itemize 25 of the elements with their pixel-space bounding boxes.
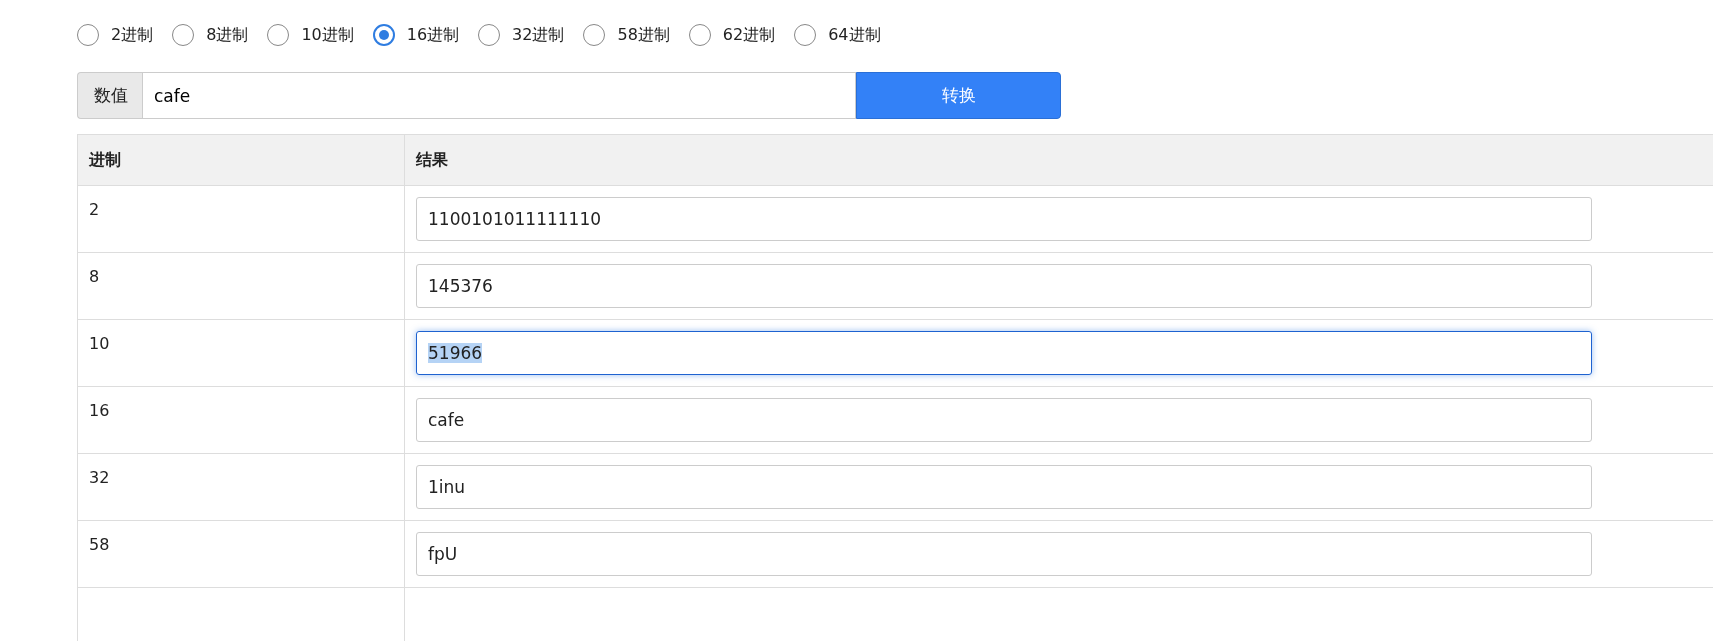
result-field[interactable]: 145376 bbox=[416, 264, 1592, 308]
radio-option[interactable]: 32进制 bbox=[478, 24, 565, 46]
column-header: 结果 bbox=[404, 134, 1713, 186]
result-field[interactable]: 1inu bbox=[416, 465, 1592, 509]
result-field[interactable]: fpU bbox=[416, 532, 1592, 576]
radio-option[interactable]: 16进制 bbox=[372, 24, 460, 46]
convert-button[interactable]: 转换 bbox=[856, 72, 1061, 119]
radio-option[interactable]: 2进制 bbox=[77, 24, 154, 46]
table-cell: 10 bbox=[89, 334, 110, 353]
table-cell: 8 bbox=[89, 267, 100, 286]
column-header: 进制 bbox=[77, 134, 405, 186]
table-cell: 16 bbox=[89, 401, 110, 420]
radio-option[interactable]: 8进制 bbox=[172, 24, 249, 46]
table-cell: 2 bbox=[89, 200, 100, 219]
radio-option[interactable]: 58进制 bbox=[583, 24, 670, 46]
table-cell: 32 bbox=[89, 468, 110, 487]
table-cell: 58 bbox=[89, 535, 110, 554]
input-addon-label: 数值 bbox=[77, 72, 142, 119]
result-field[interactable]: 51966 bbox=[416, 331, 1592, 375]
result-field[interactable]: 1100101011111110 bbox=[416, 197, 1592, 241]
radio-option[interactable]: 64进制 bbox=[794, 24, 881, 46]
radio-option[interactable]: 10进制 bbox=[267, 24, 354, 46]
radio-option[interactable]: 62进制 bbox=[688, 24, 776, 46]
result-field[interactable]: cafe bbox=[416, 398, 1592, 442]
input-field[interactable]: cafe bbox=[142, 72, 856, 119]
